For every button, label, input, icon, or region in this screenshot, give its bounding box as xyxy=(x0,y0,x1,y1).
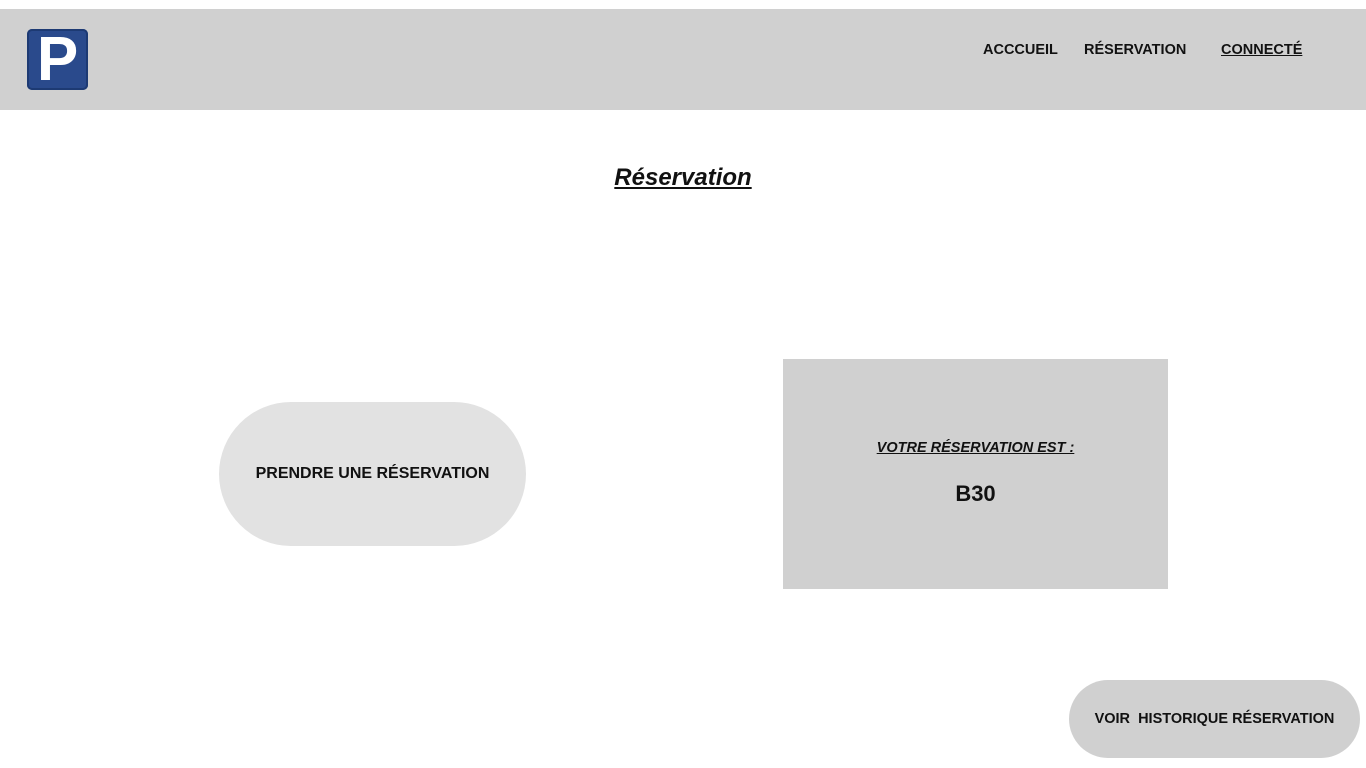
reservation-result-panel: VOTRE RÉSERVATION EST : B30 xyxy=(783,359,1168,589)
reservation-result-label: VOTRE RÉSERVATION EST : xyxy=(876,440,1075,456)
page: P ACCCUEIL RÉSERVATION CONNECTÉ Réservat… xyxy=(0,0,1366,768)
nav-link-home[interactable]: ACCCUEIL xyxy=(983,42,1058,58)
take-reservation-button[interactable]: PRENDRE UNE RÉSERVATION xyxy=(219,402,526,546)
reservation-result-value: B30 xyxy=(955,481,996,506)
nav-link-connected[interactable]: CONNECTÉ xyxy=(1221,42,1302,58)
parking-icon: P xyxy=(36,25,79,94)
view-history-label: VOIR HISTORIQUE RÉSERVATION xyxy=(1094,711,1335,727)
take-reservation-label: PRENDRE UNE RÉSERVATION xyxy=(255,465,490,482)
header-bar: P ACCCUEIL RÉSERVATION CONNECTÉ xyxy=(0,9,1366,110)
nav-link-reservation[interactable]: RÉSERVATION xyxy=(1084,42,1186,58)
view-history-button[interactable]: VOIR HISTORIQUE RÉSERVATION xyxy=(1069,680,1360,758)
parking-logo[interactable]: P xyxy=(27,25,88,94)
page-title: Réservation xyxy=(614,164,752,191)
